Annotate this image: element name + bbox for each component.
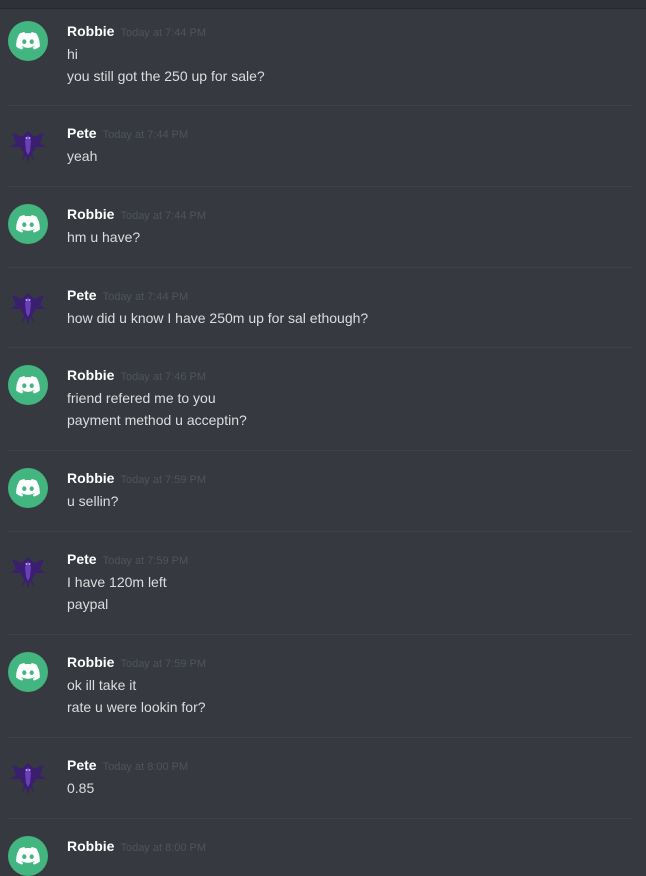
username[interactable]: Pete xyxy=(67,551,97,567)
dragon-avatar-icon[interactable] xyxy=(8,287,48,327)
timestamp: Today at 7:44 PM xyxy=(120,27,207,39)
dragon-avatar-icon[interactable] xyxy=(8,125,48,165)
message-text: how did u know I have 250m up for sal et… xyxy=(67,310,369,326)
message-header: Robbie Today at 7:44 PM xyxy=(67,23,206,39)
message-divider xyxy=(8,531,632,532)
message-text: I have 120m left xyxy=(67,574,167,590)
timestamp: Today at 7:46 PM xyxy=(120,371,207,383)
dragon-avatar-icon[interactable] xyxy=(8,757,48,797)
timestamp: Today at 7:44 PM xyxy=(120,210,207,222)
timestamp: Today at 8:00 PM xyxy=(120,842,207,854)
message-divider xyxy=(8,818,632,819)
message-divider xyxy=(8,267,632,268)
message-text: friend refered me to you xyxy=(67,390,216,406)
timestamp: Today at 7:59 PM xyxy=(102,555,189,567)
dragon-avatar-icon[interactable] xyxy=(8,551,48,591)
username[interactable]: Robbie xyxy=(67,206,114,222)
message-divider xyxy=(8,105,632,106)
message-header: Robbie Today at 7:59 PM xyxy=(67,470,206,486)
timestamp: Today at 7:44 PM xyxy=(102,129,189,141)
message-header: Robbie Today at 7:59 PM xyxy=(67,654,206,670)
message-header: Robbie Today at 7:46 PM xyxy=(67,367,206,383)
discord-avatar-icon[interactable] xyxy=(8,204,48,244)
message-text: you still got the 250 up for sale? xyxy=(67,68,265,84)
message-header: Robbie Today at 7:44 PM xyxy=(67,206,206,222)
message-divider xyxy=(8,450,632,451)
username[interactable]: Robbie xyxy=(67,470,114,486)
discord-avatar-icon[interactable] xyxy=(8,836,48,876)
username[interactable]: Pete xyxy=(67,287,97,303)
message-divider xyxy=(8,186,632,187)
username[interactable]: Pete xyxy=(67,125,97,141)
username[interactable]: Pete xyxy=(67,757,97,773)
message-text: yeah xyxy=(67,148,98,164)
message-header: Pete Today at 7:44 PM xyxy=(67,287,188,303)
username[interactable]: Robbie xyxy=(67,654,114,670)
message-divider xyxy=(8,634,632,635)
message-header: Pete Today at 7:59 PM xyxy=(67,551,188,567)
top-bar xyxy=(0,0,646,9)
message-text: hm u have? xyxy=(67,229,141,245)
timestamp: Today at 7:59 PM xyxy=(120,658,207,670)
username[interactable]: Robbie xyxy=(67,838,114,854)
message-text: u sellin? xyxy=(67,493,119,509)
discord-avatar-icon[interactable] xyxy=(8,468,48,508)
message-text: 0.85 xyxy=(67,780,95,796)
username[interactable]: Robbie xyxy=(67,367,114,383)
timestamp: Today at 7:44 PM xyxy=(102,291,189,303)
username[interactable]: Robbie xyxy=(67,23,114,39)
timestamp: Today at 8:00 PM xyxy=(102,761,189,773)
message-text: paypal xyxy=(67,596,109,612)
message-header: Robbie Today at 8:00 PM xyxy=(67,838,206,854)
discord-avatar-icon[interactable] xyxy=(8,365,48,405)
message-divider xyxy=(8,737,632,738)
timestamp: Today at 7:59 PM xyxy=(120,474,207,486)
message-divider xyxy=(8,347,632,348)
discord-avatar-icon[interactable] xyxy=(8,652,48,692)
message-header: Pete Today at 8:00 PM xyxy=(67,757,188,773)
message-text: ok ill take it xyxy=(67,677,137,693)
message-text: payment method u acceptin? xyxy=(67,412,247,428)
message-text: rate u were lookin for? xyxy=(67,699,206,715)
message-header: Pete Today at 7:44 PM xyxy=(67,125,188,141)
message-text: hi xyxy=(67,46,78,62)
discord-avatar-icon[interactable] xyxy=(8,21,48,61)
